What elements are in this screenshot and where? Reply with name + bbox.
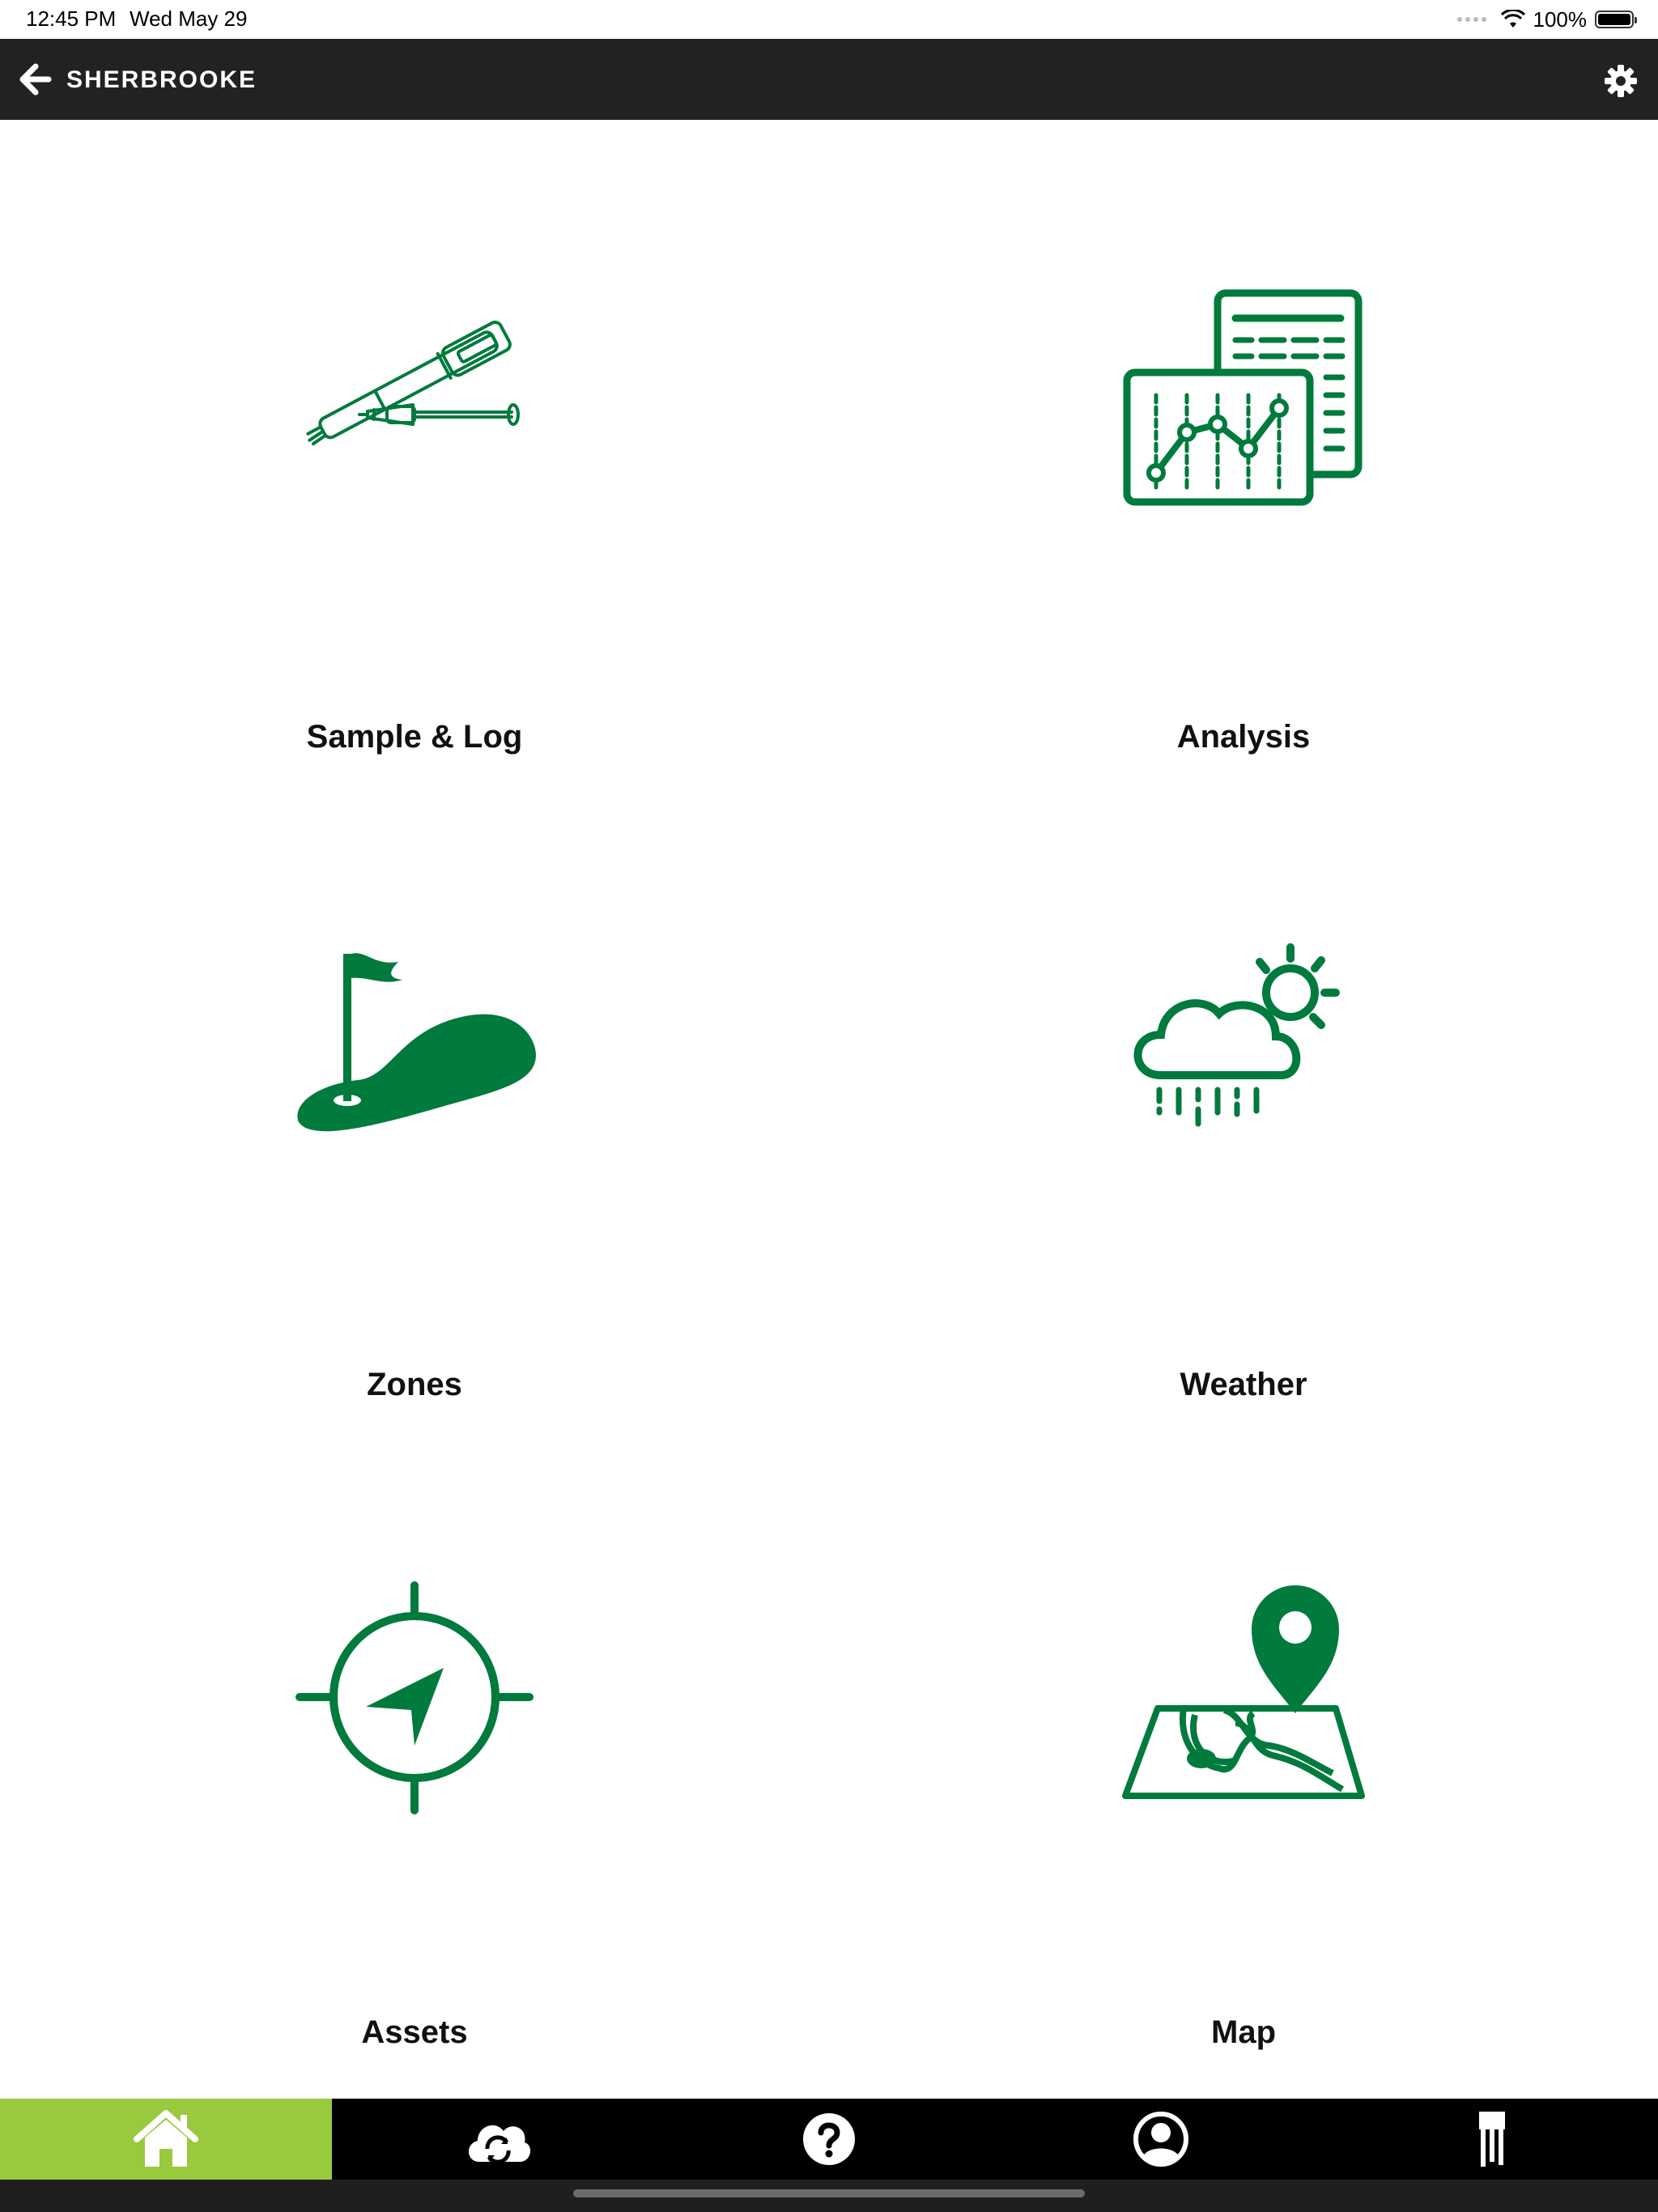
tile-assets[interactable]: Assets (0, 1415, 829, 2063)
nav-bar: SHERBROOKE (0, 39, 1658, 120)
home-indicator-area (0, 2180, 1658, 2212)
tile-label: Assets (361, 2014, 468, 2050)
tile-label: Map (1211, 2014, 1276, 2050)
golf-green-icon (297, 953, 536, 1132)
analysis-chart-icon (1123, 289, 1363, 506)
tile-analysis[interactable]: Analysis (829, 120, 1658, 768)
probe-tab-icon (1479, 2112, 1506, 2167)
cloud-rain-sun-icon (1133, 943, 1340, 1127)
compass-target-icon (295, 1581, 534, 1814)
probe-icon (306, 321, 520, 446)
tile-label: Weather (1180, 1367, 1307, 1402)
map-pin-icon (1122, 1585, 1365, 1799)
tile-map[interactable]: Map (829, 1415, 1658, 2063)
tab-sync[interactable] (332, 2099, 664, 2180)
tile-zones[interactable]: Zones (0, 768, 829, 1415)
cloud-sync-icon (469, 2125, 531, 2164)
tile-sample-log[interactable]: Sample & Log (0, 120, 829, 768)
signal-icon (1456, 17, 1486, 22)
tab-help[interactable] (663, 2099, 995, 2180)
wifi-icon (1500, 10, 1525, 28)
back-arrow-icon[interactable] (18, 62, 53, 97)
tile-label: Sample & Log (306, 719, 523, 755)
gear-icon[interactable] (1603, 63, 1639, 99)
tile-weather[interactable]: Weather (829, 768, 1658, 1415)
profile-icon (1133, 2112, 1188, 2167)
tab-profile[interactable] (995, 2099, 1327, 2180)
tab-bar (0, 2099, 1658, 2180)
tile-label: Zones (367, 1367, 462, 1402)
help-icon (802, 2113, 855, 2165)
tab-probe[interactable] (1326, 2099, 1658, 2180)
battery-icon (1595, 11, 1637, 28)
tab-home[interactable] (0, 2099, 332, 2180)
status-date: Wed May 29 (130, 6, 248, 31)
status-bar: 12:45 PM Wed May 29 100% (0, 0, 1658, 39)
home-indicator (573, 2189, 1085, 2197)
status-right: 100% (1456, 5, 1637, 34)
status-time: 12:45 PM (26, 6, 117, 31)
home-icon (133, 2110, 198, 2167)
battery-percent: 100% (1533, 6, 1588, 32)
tile-label: Analysis (1176, 719, 1311, 755)
nav-title: SHERBROOKE (66, 66, 257, 93)
